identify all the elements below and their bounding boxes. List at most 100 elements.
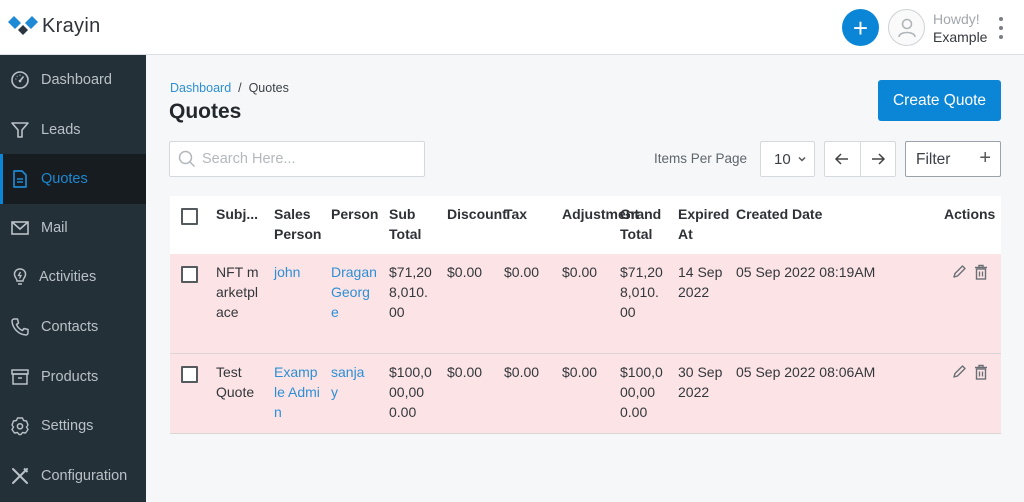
cell-created-date: 05 Sep 2022 08:06AM — [736, 364, 876, 380]
cell-person[interactable]: sanjay — [331, 362, 371, 402]
sidebar-item-configuration[interactable]: Configuration — [0, 451, 146, 501]
select-all-checkbox[interactable] — [181, 208, 198, 225]
filter-funnel-icon — [10, 120, 30, 140]
cell-discount: $0.00 — [447, 264, 483, 280]
app-name: Krayin — [42, 15, 101, 37]
sidebar-item-label: Quotes — [41, 171, 88, 187]
items-per-page-label: Items Per Page — [654, 151, 748, 166]
sidebar-item-leads[interactable]: Leads — [0, 105, 146, 155]
cell-created-date: 05 Sep 2022 08:19AM — [736, 264, 876, 280]
app-logo[interactable]: Krayin — [8, 15, 101, 38]
filter-label: Filter — [916, 151, 951, 168]
table-header: Subj... Sales Person Person Sub Total Di… — [170, 196, 1001, 254]
arrow-right-icon — [871, 153, 885, 165]
filter-button[interactable]: Filter + — [905, 141, 1001, 177]
column-header-created-date[interactable]: Created Date — [736, 204, 822, 224]
document-icon — [10, 169, 30, 189]
edit-pencil-icon[interactable] — [951, 264, 967, 280]
search-box — [169, 141, 425, 177]
pagination — [824, 141, 896, 177]
sidebar-item-activities[interactable]: Activities — [0, 252, 146, 302]
page-title: Quotes — [169, 100, 242, 123]
items-per-page-select[interactable]: 10 — [760, 141, 815, 177]
cell-subject: Test Quote — [216, 364, 255, 400]
breadcrumb-current: Quotes — [248, 81, 289, 95]
arrow-left-icon — [835, 153, 849, 165]
avatar[interactable] — [888, 9, 925, 46]
sidebar-item-mail[interactable]: Mail — [0, 203, 146, 253]
sidebar-item-quotes[interactable]: Quotes — [0, 154, 146, 204]
cell-expired-at: 30 Sep 2022 — [678, 364, 723, 400]
column-header-sales-person[interactable]: Sales Person — [274, 204, 329, 244]
cell-sales-person[interactable]: john — [274, 262, 320, 282]
sidebar-item-label: Mail — [41, 220, 68, 236]
sidebar-item-label: Contacts — [41, 319, 99, 335]
column-header-subject[interactable]: Subj... — [216, 204, 258, 224]
lightbulb-icon — [10, 267, 30, 287]
row-actions — [951, 364, 989, 380]
tools-icon — [10, 466, 30, 486]
column-header-actions: Actions — [944, 206, 996, 222]
breadcrumb-dashboard-link[interactable]: Dashboard — [170, 81, 231, 95]
delete-trash-icon[interactable] — [973, 264, 989, 280]
items-per-page-value: 10 — [774, 150, 791, 168]
search-input[interactable] — [202, 151, 412, 167]
sidebar-item-label: Leads — [41, 122, 81, 138]
sidebar-item-dashboard[interactable]: Dashboard — [0, 55, 146, 105]
breadcrumb-separator: / — [238, 81, 242, 95]
table-row: NFT marketplace john Dragan George $71,2… — [170, 254, 1001, 354]
cell-sales-person[interactable]: Example Admin — [274, 362, 320, 422]
chevron-down-icon — [798, 156, 806, 162]
greeting-text: Howdy! — [933, 11, 980, 27]
dashboard-gauge-icon — [10, 70, 30, 90]
cell-tax: $0.00 — [504, 264, 540, 280]
edit-pencil-icon[interactable] — [951, 364, 967, 380]
previous-page-button[interactable] — [825, 142, 861, 176]
plus-icon: + — [852, 12, 869, 43]
column-header-tax[interactable]: Tax — [504, 204, 527, 224]
sidebar-item-products[interactable]: Products — [0, 352, 146, 402]
row-checkbox[interactable] — [181, 366, 198, 383]
create-quote-button[interactable]: Create Quote — [878, 80, 1001, 121]
cell-expired-at: 14 Sep 2022 — [678, 264, 723, 300]
search-icon — [178, 150, 196, 168]
breadcrumb: Dashboard / Quotes — [170, 81, 289, 95]
column-header-sub-total[interactable]: Sub Total — [389, 204, 429, 244]
table-row: Test Quote Example Admin sanjay $100,000… — [170, 354, 1001, 434]
cell-adjustment: $0.00 — [562, 364, 598, 380]
envelope-icon — [10, 218, 30, 238]
cell-subject: NFT marketplace — [216, 264, 259, 320]
cell-sub-total: $100,000,000.00 — [389, 364, 432, 420]
row-checkbox[interactable] — [181, 266, 198, 283]
column-header-discount[interactable]: Discount — [447, 204, 507, 224]
sidebar-item-label: Products — [41, 369, 99, 385]
column-header-grand-total[interactable]: Grand Total — [620, 204, 670, 244]
user-info[interactable]: Howdy! Example — [933, 10, 987, 46]
cell-tax: $0.00 — [504, 364, 540, 380]
sidebar-item-contacts[interactable]: Contacts — [0, 302, 146, 352]
sidebar: Dashboard Leads Quotes Mail Activities C… — [0, 55, 146, 502]
next-page-button[interactable] — [861, 142, 896, 176]
cell-grand-total: $71,208,010.00 — [620, 264, 663, 320]
column-header-person[interactable]: Person — [331, 204, 378, 224]
sidebar-item-label: Activities — [39, 269, 97, 285]
more-options-icon[interactable] — [997, 17, 1005, 39]
archive-box-icon — [10, 367, 30, 387]
cell-sub-total: $71,208,010.00 — [389, 264, 432, 320]
sidebar-item-label: Configuration — [41, 468, 128, 484]
phone-icon — [10, 317, 30, 337]
quotes-table: Subj... Sales Person Person Sub Total Di… — [170, 196, 1001, 434]
cell-discount: $0.00 — [447, 364, 483, 380]
gear-icon — [10, 416, 30, 436]
cell-adjustment: $0.00 — [562, 264, 598, 280]
delete-trash-icon[interactable] — [973, 364, 989, 380]
cell-person[interactable]: Dragan George — [331, 262, 377, 322]
column-header-expired-at[interactable]: Expired At — [678, 204, 733, 244]
user-icon — [897, 18, 916, 37]
top-bar: Krayin + Howdy! Example — [0, 0, 1024, 55]
quick-create-button[interactable]: + — [842, 9, 879, 46]
sidebar-item-settings[interactable]: Settings — [0, 401, 146, 451]
sidebar-item-label: Dashboard — [41, 72, 112, 88]
cell-grand-total: $100,000,000.00 — [620, 364, 663, 420]
plus-icon: + — [979, 147, 991, 169]
